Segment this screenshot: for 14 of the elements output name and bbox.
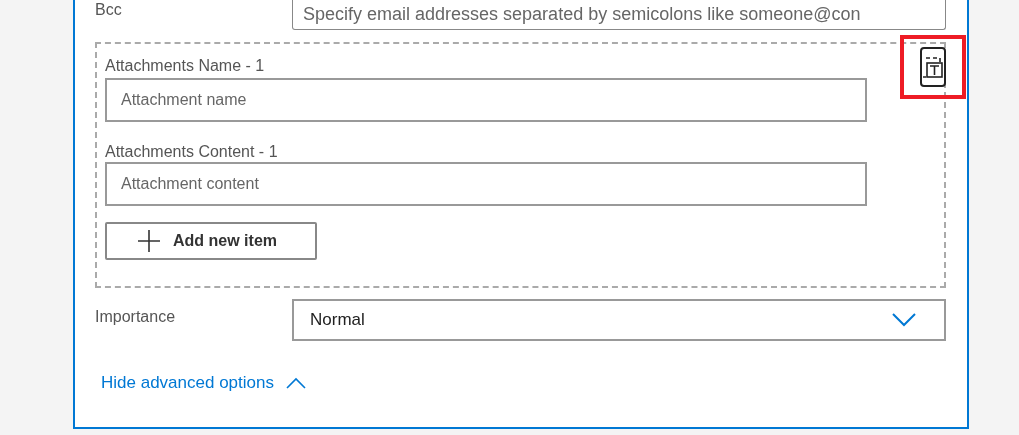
hide-advanced-options-link[interactable]: Hide advanced options [101,373,306,393]
add-item-button[interactable]: Add new item [105,222,317,260]
importance-dropdown[interactable]: Normal [292,299,946,341]
field-label: Bcc [95,0,123,20]
chevron-up-icon [285,377,306,389]
input-field[interactable]: Attachment name [105,78,867,122]
field-label: Attachments Name - 1 [105,58,266,74]
bcc-field[interactable]: Specify email addresses separated by semicolons like someone@con [292,0,946,30]
plus-icon [137,229,161,253]
field-label: Attachments Content - 1 [105,144,279,160]
input-field[interactable]: Attachment content [105,162,867,206]
field-label: Importance [95,307,177,327]
text-block-icon[interactable] [920,47,946,87]
chevron-down-icon [892,313,916,327]
